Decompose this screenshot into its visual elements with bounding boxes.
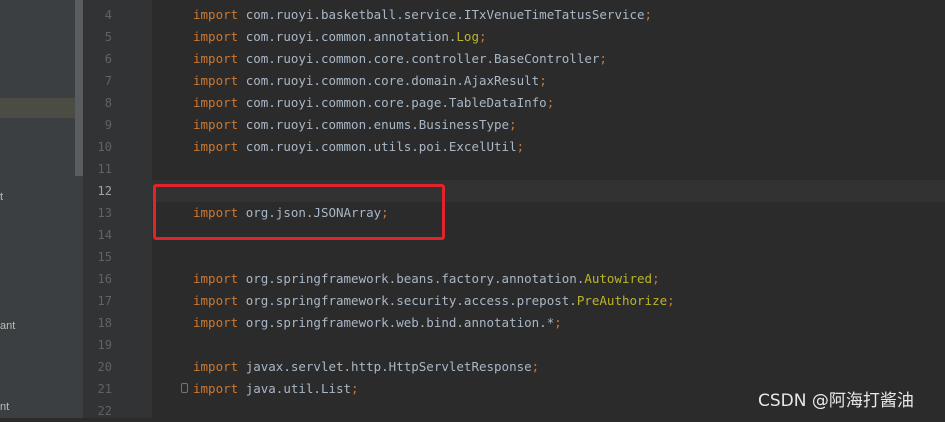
- semicolon: ;: [539, 73, 547, 88]
- code-line[interactable]: import com.ruoyi.common.core.page.TableD…: [193, 92, 554, 114]
- package-path: org.springframework.web.bind.annotation.…: [245, 315, 555, 330]
- code-line[interactable]: import java.util.List;: [193, 378, 359, 400]
- semicolon: ;: [509, 117, 517, 132]
- sidebar-item-label[interactable]: t: [0, 191, 3, 203]
- line-number: 9: [104, 118, 112, 132]
- import-keyword: import: [193, 381, 239, 396]
- line-number: 21: [97, 382, 112, 396]
- semicolon: ;: [546, 95, 555, 110]
- code-line[interactable]: import com.ruoyi.common.enums.BusinessTy…: [193, 114, 517, 136]
- fold-icon[interactable]: [181, 383, 188, 393]
- code-line[interactable]: import com.ruoyi.common.annotation.Log;: [193, 26, 487, 48]
- import-keyword: import: [193, 29, 239, 44]
- package-path: org.springframework.security.access.prep…: [245, 293, 577, 308]
- sidebar-item-label[interactable]: ant: [0, 320, 15, 332]
- semicolon: ;: [531, 359, 540, 374]
- line-number: 22: [97, 404, 112, 418]
- code-line[interactable]: import com.ruoyi.basketball.service.ITxV…: [193, 4, 652, 26]
- line-number: 5: [104, 30, 112, 44]
- code-line[interactable]: import com.ruoyi.common.core.controller.…: [193, 48, 607, 70]
- semicolon: ;: [599, 51, 607, 66]
- annotation-highlight-box: [153, 184, 445, 240]
- semicolon: ;: [554, 315, 562, 330]
- import-keyword: import: [193, 95, 239, 110]
- package-path: com.ruoyi.common.utils.poi.ExcelUtil: [245, 139, 517, 154]
- sidebar-selected-item[interactable]: [0, 98, 83, 118]
- package-path: com.ruoyi.common.annotation.: [245, 29, 457, 44]
- code-line[interactable]: import org.springframework.web.bind.anno…: [193, 312, 562, 334]
- package-path: java.util.List: [245, 381, 352, 396]
- import-keyword: import: [193, 117, 239, 132]
- semicolon: ;: [652, 271, 660, 286]
- line-number: 11: [97, 162, 112, 176]
- import-keyword: import: [193, 139, 239, 154]
- semicolon: ;: [667, 293, 675, 308]
- import-keyword: import: [193, 73, 239, 88]
- line-number: 20: [97, 360, 112, 374]
- sidebar-scrollbar[interactable]: [75, 0, 83, 176]
- line-number: 17: [97, 294, 112, 308]
- line-number: 14: [97, 228, 112, 242]
- package-path: com.ruoyi.common.enums.BusinessType: [245, 117, 510, 132]
- import-keyword: import: [193, 293, 239, 308]
- annotation-name: Log: [456, 29, 479, 44]
- import-keyword: import: [193, 7, 239, 22]
- line-number: 10: [97, 140, 112, 154]
- package-path: com.ruoyi.common.core.controller.BaseCon…: [245, 51, 600, 66]
- code-line[interactable]: import org.springframework.beans.factory…: [193, 268, 660, 290]
- import-keyword: import: [193, 315, 239, 330]
- package-path: com.ruoyi.common.core.page.TableDataInfo: [245, 95, 547, 110]
- code-line[interactable]: import com.ruoyi.common.utils.poi.ExcelU…: [193, 136, 524, 158]
- project-sidebar: [0, 0, 83, 418]
- line-number: 19: [97, 338, 112, 352]
- line-number: 18: [97, 316, 112, 330]
- sidebar-item-label[interactable]: nt: [0, 401, 9, 413]
- line-number: 8: [104, 96, 112, 110]
- line-number: 4: [104, 8, 112, 22]
- package-path: org.springframework.beans.factory.annota…: [245, 271, 585, 286]
- line-number: 13: [97, 206, 112, 220]
- watermark: CSDN @阿海打酱油: [758, 391, 914, 411]
- code-line[interactable]: import org.springframework.security.acce…: [193, 290, 675, 312]
- import-keyword: import: [193, 271, 239, 286]
- semicolon: ;: [516, 139, 525, 154]
- semicolon: ;: [478, 29, 487, 44]
- code-line[interactable]: import com.ruoyi.common.core.domain.Ajax…: [193, 70, 547, 92]
- semicolon: ;: [351, 381, 359, 396]
- line-number: 16: [97, 272, 112, 286]
- semicolon: ;: [644, 7, 653, 22]
- line-number: 7: [104, 74, 112, 88]
- line-number: 12: [97, 184, 112, 198]
- import-keyword: import: [193, 359, 239, 374]
- import-keyword: import: [193, 51, 239, 66]
- package-path: com.ruoyi.basketball.service.ITxVenueTim…: [245, 7, 645, 22]
- annotation-name: Autowired: [584, 271, 653, 286]
- line-number: 15: [97, 250, 112, 264]
- code-line[interactable]: import javax.servlet.http.HttpServletRes…: [193, 356, 539, 378]
- package-path: com.ruoyi.common.core.domain.AjaxResult: [245, 73, 540, 88]
- annotation-name: PreAuthorize: [576, 293, 668, 308]
- package-path: javax.servlet.http.HttpServletResponse: [245, 359, 532, 374]
- line-number: 6: [104, 52, 112, 66]
